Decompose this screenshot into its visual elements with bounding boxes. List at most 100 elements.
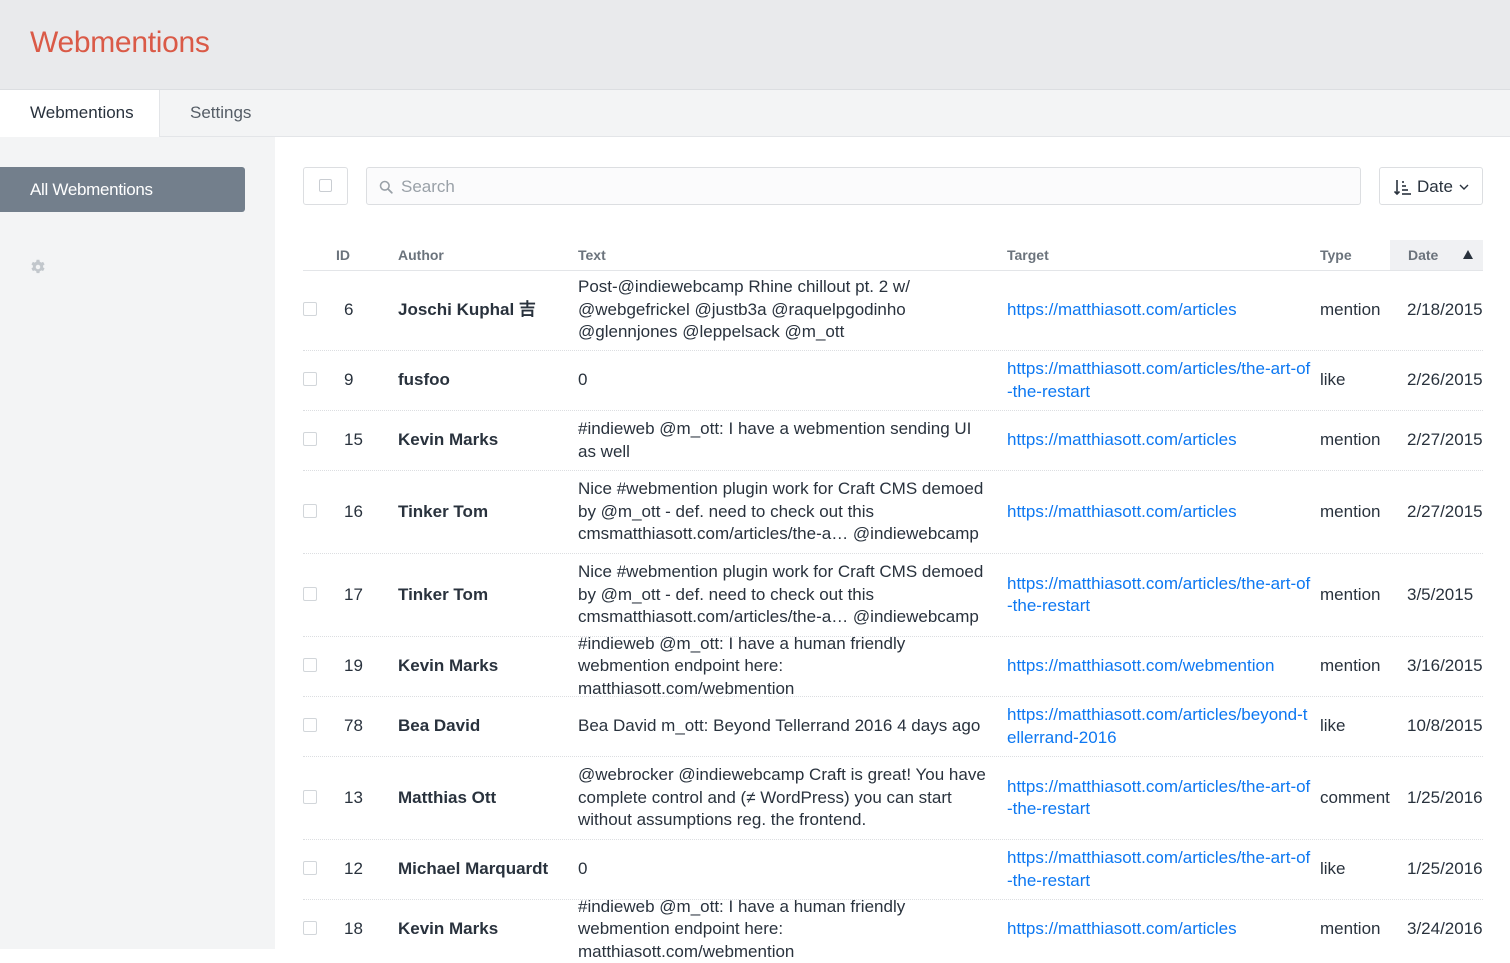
row-text: Nice #webmention plugin work for Craft C…	[578, 479, 984, 544]
row-author: Kevin Marks	[398, 919, 499, 939]
row-type: like	[1320, 859, 1346, 879]
row-target-link[interactable]: https://matthiasott.com/articles/beyond-…	[1007, 697, 1312, 756]
row-target-link[interactable]: https://matthiasott.com/articles	[1007, 471, 1312, 553]
row-target-link[interactable]: https://matthiasott.com/articles/the-art…	[1007, 351, 1312, 410]
row-checkbox[interactable]	[303, 697, 333, 756]
row-id: 12	[344, 859, 363, 879]
row-checkbox[interactable]	[303, 637, 333, 696]
row-text: Nice #webmention plugin work for Craft C…	[578, 562, 984, 627]
row-date: 1/25/2016	[1407, 787, 1483, 807]
row-type: comment	[1320, 787, 1390, 807]
row-checkbox[interactable]	[303, 840, 333, 899]
column-header-id[interactable]: ID	[336, 240, 350, 270]
row-date: 1/25/2016	[1407, 859, 1483, 879]
row-id: 16	[344, 501, 363, 521]
row-target-link[interactable]: https://matthiasott.com/webmention	[1007, 637, 1312, 696]
checkbox-box	[303, 586, 317, 601]
row-checkbox[interactable]	[303, 554, 333, 636]
row-id: 15	[344, 430, 363, 450]
table-row[interactable]: 16 Tinker Tom Nice #webmention plugin wo…	[303, 471, 1483, 554]
row-target-link[interactable]: https://matthiasott.com/articles	[1007, 270, 1312, 350]
table-row[interactable]: 17 Tinker Tom Nice #webmention plugin wo…	[303, 554, 1483, 637]
column-header-type[interactable]: Type	[1320, 240, 1352, 270]
row-text: Bea David m_ott: Beyond Tellerrand 2016 …	[578, 716, 981, 736]
tab-settings[interactable]: Settings	[160, 90, 281, 137]
search-input[interactable]	[399, 168, 1343, 206]
row-id: 6	[344, 299, 354, 319]
row-id: 19	[344, 656, 363, 676]
table-row[interactable]: 78 Bea David Bea David m_ott: Beyond Tel…	[303, 697, 1483, 757]
tab-webmentions[interactable]: Webmentions	[0, 90, 160, 138]
row-type: mention	[1320, 430, 1381, 450]
row-text: Post-@indiewebcamp Rhine chillout pt. 2 …	[578, 277, 910, 342]
row-checkbox[interactable]	[303, 757, 333, 839]
sidebar: All Webmentions	[0, 137, 275, 949]
sort-up-arrow-icon	[1463, 250, 1473, 259]
table-header: ID Author Text Target Type Date	[303, 240, 1483, 271]
row-date: 3/24/2016	[1407, 919, 1483, 939]
gear-icon[interactable]	[29, 258, 47, 276]
row-author: Kevin Marks	[398, 430, 499, 450]
row-author: Bea David	[398, 716, 481, 736]
checkbox-box	[303, 789, 317, 804]
row-text: #indieweb @m_ott: I have a human friendl…	[578, 896, 906, 961]
checkbox-box	[303, 921, 317, 935]
row-checkbox[interactable]	[303, 900, 333, 959]
row-checkbox[interactable]	[303, 270, 333, 350]
select-all-checkbox[interactable]	[303, 167, 348, 205]
row-type: mention	[1320, 656, 1381, 676]
column-header-author[interactable]: Author	[398, 240, 444, 270]
row-id: 17	[344, 584, 363, 604]
search-bar	[366, 167, 1361, 206]
row-date: 2/27/2015	[1407, 501, 1483, 521]
row-author: Joschi Kuphal 吉	[398, 299, 536, 319]
row-id: 18	[344, 919, 363, 939]
row-type: like	[1320, 370, 1346, 390]
column-header-text[interactable]: Text	[578, 240, 606, 270]
column-header-date-label: Date	[1408, 247, 1439, 263]
row-date: 2/18/2015	[1407, 299, 1483, 319]
row-author: Michael Marquardt	[398, 859, 549, 879]
row-target-link[interactable]: https://matthiasott.com/articles/the-art…	[1007, 757, 1312, 839]
row-target-link[interactable]: https://matthiasott.com/articles	[1007, 900, 1312, 959]
row-author: Tinker Tom	[398, 584, 489, 604]
row-checkbox[interactable]	[303, 471, 333, 553]
table-row[interactable]: 15 Kevin Marks #indieweb @m_ott: I have …	[303, 411, 1483, 471]
row-text: 0	[578, 859, 588, 879]
row-checkbox[interactable]	[303, 351, 333, 410]
checkbox-box	[303, 861, 317, 875]
column-header-date[interactable]: Date	[1390, 240, 1483, 270]
row-type: mention	[1320, 919, 1381, 939]
table-row[interactable]: 6 Joschi Kuphal 吉 Post-@indiewebcamp Rhi…	[303, 270, 1483, 351]
checkbox-box	[303, 503, 317, 518]
search-icon	[379, 180, 393, 194]
row-type: mention	[1320, 299, 1381, 319]
row-id: 9	[344, 370, 354, 390]
row-type: mention	[1320, 584, 1381, 604]
row-target-link[interactable]: https://matthiasott.com/articles/the-art…	[1007, 554, 1312, 636]
table-row[interactable]: 19 Kevin Marks #indieweb @m_ott: I have …	[303, 634, 1483, 698]
sidebar-item-all-webmentions[interactable]: All Webmentions	[0, 167, 245, 212]
checkbox-box	[319, 179, 332, 192]
row-text: 0	[578, 370, 588, 390]
table-row[interactable]: 9 fusfoo 0 https://matthiasott.com/artic…	[303, 351, 1483, 411]
row-date: 10/8/2015	[1407, 716, 1483, 736]
table-row[interactable]: 18 Kevin Marks #indieweb @m_ott: I have …	[303, 896, 1483, 961]
row-date: 2/26/2015	[1407, 370, 1483, 390]
column-header-target[interactable]: Target	[1007, 240, 1049, 270]
checkbox-box	[303, 432, 317, 446]
row-date: 3/16/2015	[1407, 656, 1483, 676]
row-target-link[interactable]: https://matthiasott.com/articles/the-art…	[1007, 840, 1312, 899]
row-checkbox[interactable]	[303, 411, 333, 470]
row-type: mention	[1320, 501, 1381, 521]
tab-bar: Webmentions Settings	[0, 90, 1510, 138]
table-row[interactable]: 13 Matthias Ott @webrocker @indiewebcamp…	[303, 757, 1483, 840]
checkbox-box	[303, 718, 317, 732]
table-row[interactable]: 12 Michael Marquardt 0 https://matthiaso…	[303, 840, 1483, 900]
row-id: 78	[344, 716, 363, 736]
sort-button[interactable]: Date	[1379, 167, 1483, 205]
row-target-link[interactable]: https://matthiasott.com/articles	[1007, 411, 1312, 470]
checkbox-box	[303, 372, 317, 386]
checkbox-box	[303, 301, 317, 316]
chevron-down-icon	[1459, 184, 1469, 190]
